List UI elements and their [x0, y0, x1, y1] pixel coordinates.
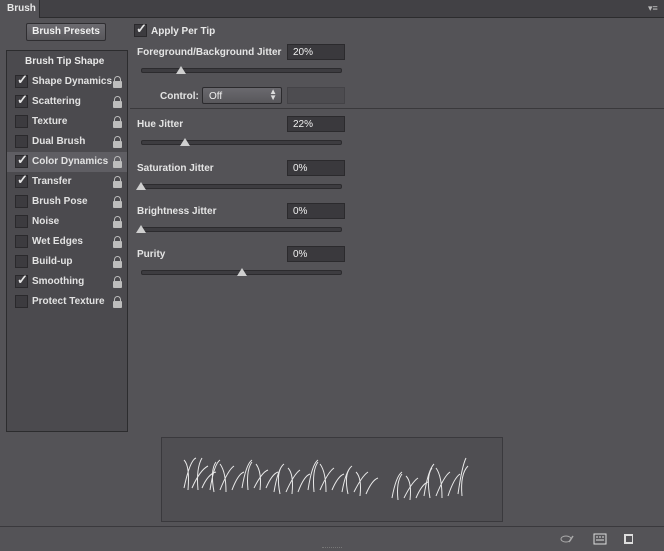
grass-stroke-preview-image	[183, 457, 469, 501]
param-slider-track[interactable]	[141, 227, 342, 232]
check-icon: ✓	[17, 172, 28, 187]
option-label: Scattering	[32, 96, 81, 107]
apply-per-tip-label: Apply Per Tip	[151, 26, 216, 37]
panel-footer	[0, 526, 664, 551]
option-row-dual-brush[interactable]: Dual Brush	[7, 132, 127, 152]
lock-icon[interactable]	[112, 176, 122, 188]
control-dropdown[interactable]: Off ▲ ▼	[202, 87, 282, 104]
option-checkbox[interactable]: ✓	[15, 152, 28, 168]
option-checkbox[interactable]	[15, 235, 28, 248]
check-icon: ✓	[136, 21, 147, 36]
param-label: Saturation Jitter	[137, 163, 214, 174]
option-row-protect-texture[interactable]: Protect Texture	[7, 292, 127, 312]
lock-icon[interactable]	[112, 236, 122, 248]
brush-grid-icon[interactable]	[593, 533, 607, 545]
control-value-disabled	[287, 87, 345, 104]
param-value-field[interactable]: 0%	[287, 160, 345, 176]
check-icon: ✓	[17, 152, 28, 167]
option-row-brush-pose[interactable]: Brush Pose	[7, 192, 127, 212]
brush-settings-list: Brush Tip Shape ✓ Shape Dynamics ✓ Scatteri…	[6, 50, 128, 432]
param-slider-track[interactable]	[141, 140, 342, 145]
param-value-field[interactable]: 0%	[287, 246, 345, 262]
tab-brush[interactable]: Brush	[0, 0, 40, 18]
check-icon: ✓	[17, 272, 28, 287]
param-slider-thumb[interactable]	[236, 268, 247, 276]
brush-stroke-preview	[161, 437, 503, 522]
option-label: Brush Pose	[32, 196, 88, 207]
option-label: Build-up	[32, 256, 73, 267]
option-checkbox[interactable]	[15, 295, 28, 308]
new-brush-icon[interactable]	[622, 533, 636, 545]
toggle-live-tip-preview-icon[interactable]	[560, 533, 574, 545]
param-label: Brightness Jitter	[137, 206, 217, 217]
option-checkbox[interactable]: ✓	[15, 92, 28, 108]
param-slider-track[interactable]	[141, 68, 342, 73]
param-label: Foreground/Background Jitter	[137, 47, 282, 58]
param-slider-track[interactable]	[141, 184, 342, 189]
lock-icon[interactable]	[112, 296, 122, 308]
lock-icon[interactable]	[112, 136, 122, 148]
option-checkbox[interactable]: ✓	[15, 272, 28, 288]
brush-tip-shape-item[interactable]: Brush Tip Shape	[7, 51, 127, 72]
param-label: Purity	[137, 249, 166, 260]
option-label: Wet Edges	[32, 236, 83, 247]
option-row-smoothing[interactable]: ✓ Smoothing	[7, 272, 127, 292]
option-label: Dual Brush	[32, 136, 86, 147]
option-label: Protect Texture	[32, 296, 105, 307]
lock-icon[interactable]	[112, 156, 122, 168]
apply-per-tip-checkbox[interactable]: ✓	[134, 21, 147, 37]
lock-icon[interactable]	[112, 276, 122, 288]
option-label: Color Dynamics	[32, 156, 109, 167]
param-label: Hue Jitter	[137, 119, 184, 130]
param-value-field[interactable]: 0%	[287, 203, 345, 219]
option-row-build-up[interactable]: Build-up	[7, 252, 127, 272]
option-label: Smoothing	[32, 276, 85, 287]
option-label: Transfer	[32, 176, 72, 187]
brush-presets-button[interactable]: Brush Presets	[26, 23, 106, 41]
param-slider-thumb[interactable]	[176, 66, 187, 74]
param-slider-thumb[interactable]	[136, 225, 146, 233]
option-checkbox[interactable]	[15, 215, 28, 228]
option-label: Shape Dynamics	[32, 76, 113, 87]
option-checkbox[interactable]	[15, 115, 28, 128]
control-dropdown-value: Off	[209, 91, 223, 102]
option-row-wet-edges[interactable]: Wet Edges	[7, 232, 127, 252]
check-icon: ✓	[17, 92, 28, 107]
lock-icon[interactable]	[112, 216, 122, 228]
option-checkbox[interactable]	[15, 135, 28, 148]
divider	[130, 108, 664, 109]
option-row-transfer[interactable]: ✓ Transfer	[7, 172, 127, 192]
option-checkbox[interactable]: ✓	[15, 172, 28, 188]
option-row-texture[interactable]: Texture	[7, 112, 127, 132]
lock-icon[interactable]	[112, 76, 122, 88]
panel-titlebar: Brush ▾≡	[0, 0, 664, 18]
option-checkbox[interactable]	[15, 195, 28, 208]
dropdown-arrows-icon: ▲ ▼	[269, 87, 277, 102]
option-row-scattering[interactable]: ✓ Scattering	[7, 92, 127, 112]
param-slider-thumb[interactable]	[136, 182, 146, 190]
option-row-noise[interactable]: Noise	[7, 212, 127, 232]
param-value-field[interactable]: 22%	[287, 116, 345, 132]
param-value-field[interactable]: 20%	[287, 44, 345, 60]
param-slider-thumb[interactable]	[180, 138, 191, 146]
lock-icon[interactable]	[112, 96, 122, 108]
lock-icon[interactable]	[112, 196, 122, 208]
option-checkbox[interactable]: ✓	[15, 72, 28, 88]
option-row-color-dynamics[interactable]: ✓ Color Dynamics	[7, 152, 127, 172]
option-label: Texture	[32, 116, 68, 127]
option-row-shape-dynamics[interactable]: ✓ Shape Dynamics	[7, 72, 127, 92]
lock-icon[interactable]	[112, 256, 122, 268]
resize-grip[interactable]	[322, 547, 342, 550]
option-label: Noise	[32, 216, 60, 227]
lock-icon[interactable]	[112, 116, 122, 128]
panel-menu-icon[interactable]: ▾≡	[648, 3, 660, 13]
option-checkbox[interactable]	[15, 255, 28, 268]
check-icon: ✓	[17, 72, 28, 87]
control-label: Control:	[160, 91, 199, 102]
